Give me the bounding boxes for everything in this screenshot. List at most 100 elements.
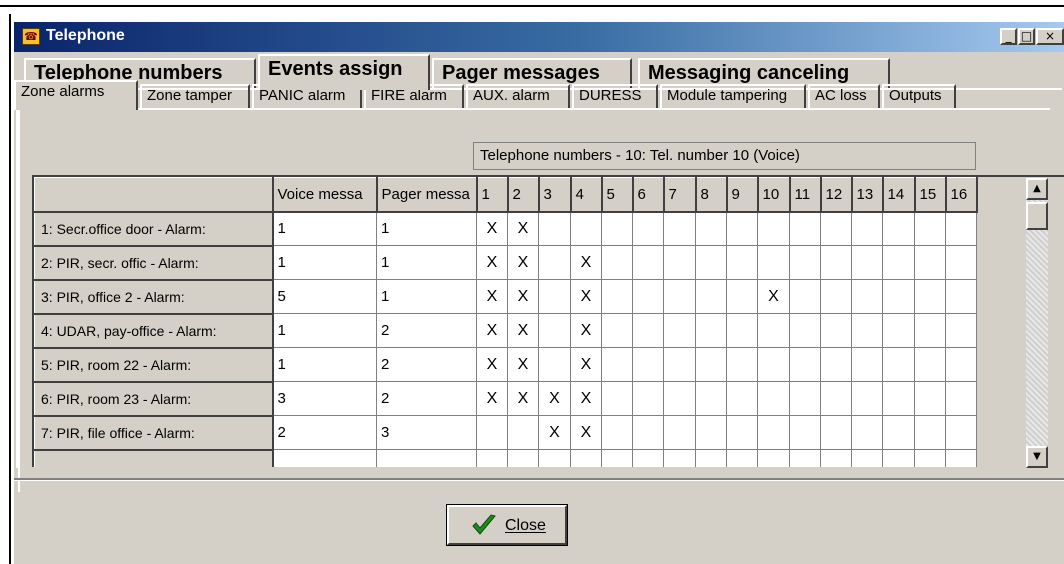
phone-11-cell[interactable]: [789, 211, 821, 246]
phone-16-cell[interactable]: [945, 415, 977, 450]
phone-13-cell[interactable]: [851, 245, 883, 280]
phone-2-cell[interactable]: X: [507, 279, 539, 314]
phone-4-cell[interactable]: X: [570, 279, 602, 314]
phone-16-cell[interactable]: [945, 279, 977, 314]
phone-7-cell[interactable]: [663, 449, 696, 467]
subtab-duress[interactable]: DURESS: [572, 84, 658, 108]
phone-12-cell[interactable]: [820, 381, 852, 416]
phone-9-cell[interactable]: [726, 279, 758, 314]
phone-11-cell[interactable]: [789, 415, 821, 450]
phone-15-cell[interactable]: [914, 245, 946, 280]
phone-10-cell[interactable]: [757, 245, 790, 280]
phone-2-cell[interactable]: X: [507, 313, 539, 348]
phone-11-cell[interactable]: [789, 347, 821, 382]
phone-10-cell[interactable]: [757, 381, 790, 416]
phone-16-cell[interactable]: [945, 211, 977, 246]
scroll-down-button[interactable]: ▼: [1026, 446, 1048, 468]
phone-6-cell[interactable]: [632, 449, 664, 467]
phone-1-cell[interactable]: X: [476, 381, 508, 416]
phone-1-cell[interactable]: X: [476, 279, 508, 314]
phone-4-cell[interactable]: [570, 449, 602, 467]
phone-14-cell[interactable]: [882, 415, 915, 450]
phone-12-cell[interactable]: [820, 211, 852, 246]
phone-12-cell[interactable]: [820, 449, 852, 467]
voice-message-cell[interactable]: 1: [272, 245, 377, 280]
phone-14-cell[interactable]: [882, 347, 915, 382]
phone-1-cell[interactable]: X: [476, 347, 508, 382]
vertical-scrollbar[interactable]: ▲ ▼: [1026, 178, 1048, 468]
voice-message-cell[interactable]: 2: [272, 415, 377, 450]
phone-2-cell[interactable]: X: [507, 245, 539, 280]
phone-3-cell[interactable]: [538, 347, 571, 382]
phone-3-cell[interactable]: [538, 245, 571, 280]
phone-9-cell[interactable]: [726, 313, 758, 348]
tab-events-assign[interactable]: Events assign: [258, 54, 430, 90]
minimize-button[interactable]: _: [1000, 28, 1017, 45]
phone-9-cell[interactable]: [726, 211, 758, 246]
phone-12-cell[interactable]: [820, 415, 852, 450]
subtab-zone-tamper[interactable]: Zone tamper: [140, 84, 250, 108]
phone-1-cell[interactable]: X: [476, 211, 508, 246]
phone-15-cell[interactable]: [914, 415, 946, 450]
phone-10-cell[interactable]: [757, 211, 790, 246]
phone-3-cell[interactable]: [538, 449, 571, 467]
phone-3-cell[interactable]: [538, 211, 571, 246]
phone-11-cell[interactable]: [789, 313, 821, 348]
phone-14-cell[interactable]: [882, 449, 915, 467]
phone-6-cell[interactable]: [632, 211, 664, 246]
phone-11-cell[interactable]: [789, 381, 821, 416]
phone-4-cell[interactable]: X: [570, 381, 602, 416]
phone-7-cell[interactable]: [663, 381, 696, 416]
phone-5-cell[interactable]: [601, 449, 633, 467]
phone-12-cell[interactable]: [820, 245, 852, 280]
phone-13-cell[interactable]: [851, 313, 883, 348]
phone-6-cell[interactable]: [632, 245, 664, 280]
pager-message-cell[interactable]: 1: [376, 279, 477, 314]
pager-message-cell[interactable]: 3: [376, 415, 477, 450]
phone-10-cell[interactable]: [757, 313, 790, 348]
phone-10-cell[interactable]: [757, 415, 790, 450]
phone-8-cell[interactable]: [695, 449, 727, 467]
phone-4-cell[interactable]: X: [570, 415, 602, 450]
phone-13-cell[interactable]: [851, 449, 883, 467]
phone-12-cell[interactable]: [820, 279, 852, 314]
phone-3-cell[interactable]: X: [538, 415, 571, 450]
phone-7-cell[interactable]: [663, 279, 696, 314]
pager-message-cell[interactable]: 1: [376, 245, 477, 280]
phone-6-cell[interactable]: [632, 381, 664, 416]
close-window-button[interactable]: ×: [1036, 28, 1064, 45]
title-bar[interactable]: ☎ Telephone _ □ ×: [14, 22, 1064, 52]
phone-9-cell[interactable]: [726, 415, 758, 450]
phone-10-cell[interactable]: X: [757, 279, 790, 314]
phone-6-cell[interactable]: [632, 313, 664, 348]
voice-message-cell[interactable]: [272, 449, 377, 467]
phone-1-cell[interactable]: X: [476, 245, 508, 280]
phone-14-cell[interactable]: [882, 211, 915, 246]
phone-4-cell[interactable]: [570, 211, 602, 246]
pager-message-cell[interactable]: 1: [376, 211, 477, 246]
maximize-button[interactable]: □: [1018, 28, 1035, 45]
phone-15-cell[interactable]: [914, 211, 946, 246]
phone-4-cell[interactable]: X: [570, 245, 602, 280]
phone-1-cell[interactable]: X: [476, 313, 508, 348]
phone-11-cell[interactable]: [789, 279, 821, 314]
phone-9-cell[interactable]: [726, 381, 758, 416]
subtab-module-tampering[interactable]: Module tampering: [660, 84, 806, 108]
phone-13-cell[interactable]: [851, 279, 883, 314]
subtab-zone-alarms[interactable]: Zone alarms: [14, 80, 138, 110]
phone-2-cell[interactable]: [507, 415, 539, 450]
phone-5-cell[interactable]: [601, 347, 633, 382]
phone-14-cell[interactable]: [882, 381, 915, 416]
phone-10-cell[interactable]: [757, 449, 790, 467]
phone-3-cell[interactable]: [538, 313, 571, 348]
pager-message-cell[interactable]: 2: [376, 381, 477, 416]
phone-4-cell[interactable]: X: [570, 313, 602, 348]
pager-message-cell[interactable]: 2: [376, 347, 477, 382]
scroll-thumb[interactable]: [1026, 202, 1048, 230]
phone-13-cell[interactable]: [851, 381, 883, 416]
phone-7-cell[interactable]: [663, 211, 696, 246]
phone-9-cell[interactable]: [726, 347, 758, 382]
phone-7-cell[interactable]: [663, 415, 696, 450]
phone-5-cell[interactable]: [601, 415, 633, 450]
phone-7-cell[interactable]: [663, 347, 696, 382]
